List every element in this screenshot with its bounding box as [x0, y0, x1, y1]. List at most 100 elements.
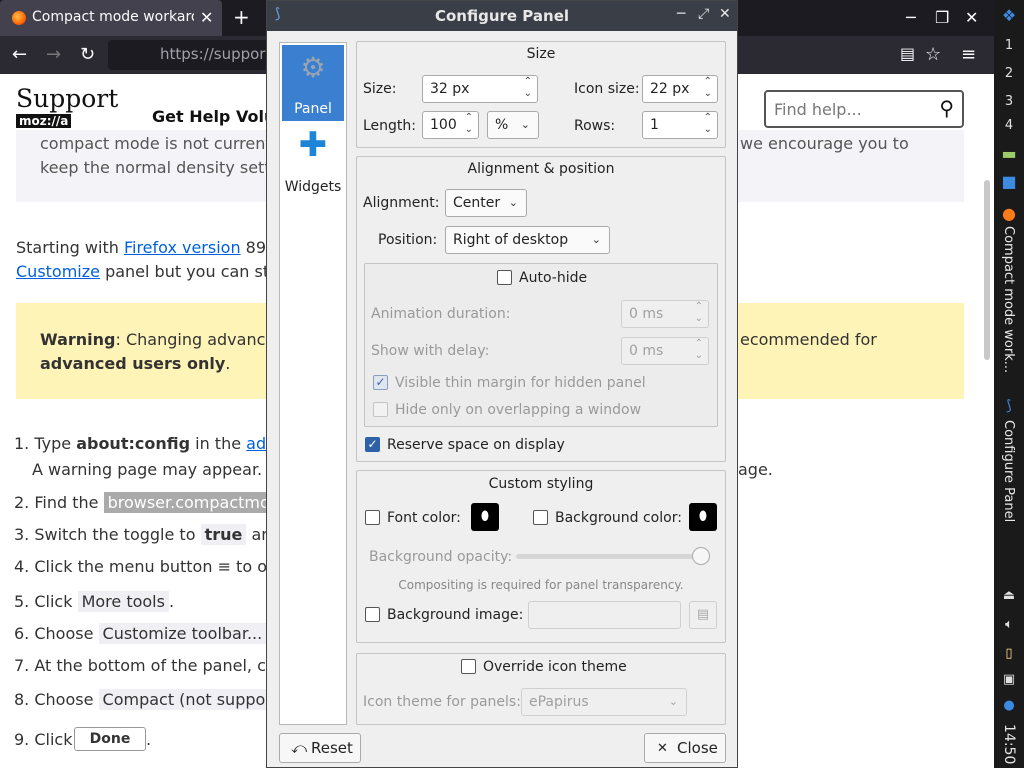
dialog-minimize-button[interactable]: ─ [677, 6, 685, 22]
step-5: 5. Click More tools. [14, 591, 174, 612]
network-icon[interactable]: ● [994, 698, 1024, 713]
icon-theme-label: Icon theme for panels: [363, 694, 521, 710]
taskbar-configure-panel[interactable]: Configure Panel [1001, 420, 1016, 522]
browse-image-icon[interactable]: ▤ [689, 601, 717, 629]
clipboard-icon[interactable]: ▯ [994, 646, 1024, 661]
warning-label: Warning [40, 330, 116, 349]
autohide-checkbox[interactable] [497, 270, 512, 285]
forward-arrow-icon[interactable]: → [46, 44, 61, 65]
display-icon[interactable]: ▣ [994, 672, 1024, 687]
minimize-button[interactable]: ─ [906, 8, 916, 27]
tab-close-icon[interactable]: ✕ [200, 8, 213, 27]
step-9: 9. Click [14, 730, 72, 749]
step2-a: 2. Find the [14, 493, 104, 512]
sidebar-item-panel[interactable]: ⚙ Panel [282, 45, 344, 121]
opacity-slider-handle[interactable] [692, 547, 710, 565]
customize-link[interactable]: Customize [16, 262, 100, 281]
workspace-1[interactable]: 1 [994, 38, 1024, 53]
configure-task-icon[interactable]: ⟆ [994, 398, 1024, 414]
dialog-maximize-button[interactable]: ⤢ [698, 6, 709, 22]
maximize-button[interactable]: ❐ [935, 8, 949, 27]
size-spinbox[interactable]: 32 px ⌃ ⌄ [422, 75, 538, 103]
font-color-checkbox[interactable] [365, 510, 380, 525]
position-select[interactable]: Right of desktop ⌄ [445, 226, 610, 254]
animation-duration-spinbox[interactable]: 0 ms ⌃ ⌄ [621, 300, 709, 328]
icon-theme-select[interactable]: ePapirus ⌄ [521, 688, 687, 716]
chevron-down-icon: ⌄ [591, 233, 601, 246]
show-delay-spinbox[interactable]: 0 ms ⌃ ⌄ [621, 337, 709, 365]
eject-icon[interactable]: ⏏ [994, 588, 1024, 603]
browser-tab[interactable]: Compact mode workarou ✕ [0, 0, 222, 36]
reserve-space-checkbox[interactable]: ✓ [365, 437, 380, 452]
right-panel-dock: ❖ 1 2 3 4 ▬ ■ ● ⟆ ⏏ 🔈︎ ▯ ▣ ● [994, 0, 1024, 768]
step6-a: 6. Choose [14, 624, 99, 643]
alignment-select[interactable]: Center ⌄ [445, 189, 527, 217]
length-unit-select[interactable]: % ⌄ [487, 111, 539, 139]
spin-arrows-icon[interactable]: ⌃ ⌄ [524, 76, 532, 100]
reset-button[interactable]: ⤺ Reset [279, 733, 361, 763]
dialog-close-button[interactable]: ✕ [719, 6, 731, 22]
page-scrollbar[interactable] [984, 180, 990, 360]
back-arrow-icon[interactable]: ← [12, 44, 27, 65]
step9-a: 9. Click [14, 730, 73, 749]
font-color-button[interactable]: ⬮ [471, 503, 499, 531]
hide-overlap-checkbox[interactable] [373, 402, 388, 417]
support-logo-text[interactable]: Support [16, 84, 118, 113]
length-value: 100 [430, 117, 457, 133]
bookmark-star-icon[interactable]: ☆ [925, 44, 941, 65]
position-value: Right of desktop [453, 232, 569, 248]
sidebar-label-panel: Panel [294, 101, 332, 117]
search-icon[interactable]: ⚲ [939, 96, 954, 120]
mozilla-logo[interactable]: moz://a [16, 114, 72, 128]
background-color-checkbox[interactable] [533, 510, 548, 525]
url-text[interactable]: https://support [160, 45, 271, 63]
desktop-icon[interactable]: ■ [994, 172, 1024, 191]
menu-icon[interactable]: ≡ [961, 44, 976, 65]
spin-arrows-icon[interactable]: ⌃ ⌄ [704, 76, 712, 100]
new-tab-button[interactable]: + [233, 5, 250, 29]
font-color-label: Font color: [387, 510, 461, 526]
rows-spinbox[interactable]: 1 ⌃ ⌄ [642, 111, 718, 139]
sidebar-item-widgets[interactable]: ✚ Widgets [282, 125, 344, 201]
close-window-button[interactable]: ✕ [965, 8, 978, 27]
background-image-field[interactable] [528, 601, 681, 629]
clock[interactable]: 14:50 [1001, 724, 1017, 764]
background-image-label: Background image: [387, 607, 524, 623]
icon-size-value: 22 px [650, 81, 690, 97]
opacity-slider-track[interactable] [516, 554, 710, 559]
gear-icon: ⚙ [300, 51, 326, 84]
app-menu-icon[interactable]: ❖ [994, 6, 1024, 25]
reader-view-icon[interactable]: ▤ [900, 44, 915, 63]
icon-size-label: Icon size: [574, 81, 640, 97]
workspace-3[interactable]: 3 [994, 94, 1024, 109]
dialog-titlebar[interactable]: ⟆ Configure Panel ─ ⤢ ✕ [267, 1, 737, 31]
tab-title: Compact mode workarou [32, 9, 194, 25]
workspace-2[interactable]: 2 [994, 66, 1024, 81]
override-icon-theme-checkbox[interactable] [461, 659, 476, 674]
length-spinbox[interactable]: 100 ⌃ ⌄ [422, 111, 479, 139]
position-label: Position: [378, 232, 438, 248]
close-button[interactable]: ✕ Close [644, 733, 726, 763]
spin-arrows-icon[interactable]: ⌃ ⌄ [465, 112, 473, 136]
firefox-task-icon[interactable]: ● [994, 204, 1024, 223]
done-button-example: Done [74, 727, 146, 751]
workspace-4[interactable]: 4 [994, 118, 1024, 133]
firefox-version-link[interactable]: Firefox version [124, 238, 241, 257]
chevron-down-icon: ⌄ [668, 695, 678, 708]
animation-duration-label: Animation duration: [371, 306, 511, 322]
spin-arrows-icon[interactable]: ⌃ ⌄ [704, 112, 712, 136]
volume-icon[interactable]: 🔈︎ [994, 617, 1024, 632]
background-color-button[interactable]: ⬮ [689, 503, 717, 531]
p1-text: Starting with [16, 238, 124, 257]
taskbar-firefox[interactable]: Compact mode work... [1001, 226, 1016, 373]
nav-get-help[interactable]: Get Help [152, 107, 230, 126]
length-label: Length: [363, 118, 417, 134]
search-input[interactable]: Find help... ⚲ [764, 90, 964, 128]
background-image-checkbox[interactable] [365, 607, 380, 622]
files-icon[interactable]: ▬ [994, 144, 1024, 163]
size-value: 32 px [430, 81, 470, 97]
size-group-title: Size [526, 46, 556, 62]
thin-margin-checkbox[interactable]: ✓ [373, 375, 388, 390]
icon-size-spinbox[interactable]: 22 px ⌃ ⌄ [642, 75, 718, 103]
reload-icon[interactable]: ↻ [80, 44, 95, 65]
